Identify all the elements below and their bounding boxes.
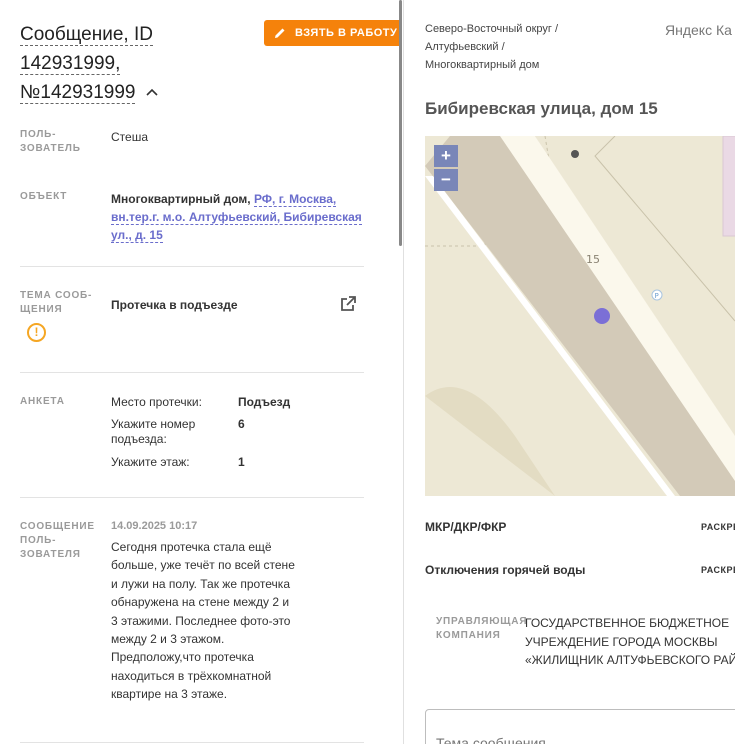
user-message-label: СООБЩЕНИЕ ПОЛЬ- ЗОВАТЕЛЯ (20, 520, 95, 562)
map-canvas: P 15 (425, 136, 735, 496)
hot-water-label: Отключения горячей воды (425, 563, 586, 577)
topic-label: ТЕМА СООБ- ЩЕНИЯ (20, 289, 92, 317)
breadcrumb-district[interactable]: Северо-Восточный округ / (425, 20, 558, 38)
external-link-icon[interactable] (339, 295, 357, 313)
answer-leak-place: Подъезд (238, 395, 291, 409)
object-type: Многоквартирный дом, (111, 192, 251, 206)
question-entrance-line1: Укажите номер (111, 417, 196, 431)
topic-value: Протечка в подъезде (111, 298, 238, 312)
management-company-value: ГОСУДАРСТВЕННОЕ БЮДЖЕТНОЕ УЧРЕЖДЕНИЕ ГОР… (525, 614, 735, 670)
object-address-link-1[interactable]: РФ, г. Москва, (253, 192, 337, 207)
question-entrance-number: Укажите номер подъезда: (111, 417, 221, 447)
user-value: Стеша (111, 130, 149, 144)
panel-divider (403, 0, 404, 744)
zoom-in-button[interactable]: + (434, 145, 458, 167)
divider (20, 497, 364, 498)
user-message-label-line1: СООБЩЕНИЕ (20, 521, 95, 532)
user-label: ПОЛЬ- ЗОВАТЕЛЬ (20, 128, 81, 156)
divider (20, 742, 364, 743)
yandex-maps-link[interactable]: Яндекс Ка (665, 22, 732, 38)
management-company-line2: УЧРЕЖДЕНИЕ ГОРОДА МОСКВЫ (525, 634, 718, 649)
zoom-out-button[interactable]: − (434, 169, 458, 191)
divider (20, 372, 364, 373)
breadcrumb-area[interactable]: Алтуфьевский / (425, 38, 558, 56)
user-message-label-line3: ЗОВАТЕЛЯ (20, 549, 81, 560)
mkr-expand-link[interactable]: РАСКРЕ (701, 522, 735, 532)
management-company-label: УПРАВЛЯЮЩАЯ КОМПАНИЯ (436, 615, 527, 643)
message-title-line2: 142931999, (20, 53, 121, 75)
take-to-work-label: ВЗЯТЬ В РАБОТУ (295, 27, 398, 39)
pencil-icon (275, 28, 285, 38)
message-title-line3: №142931999 (20, 82, 136, 104)
warning-icon: ! (27, 323, 46, 342)
left-panel-scrollbar[interactable] (399, 0, 402, 246)
message-details-panel: Сообщение, ID 142931999, №142931999 ВЗЯТ… (0, 0, 400, 744)
user-label-line2: ЗОВАТЕЛЬ (20, 143, 81, 154)
address-title: Бибиревская улица, дом 15 (425, 99, 658, 118)
object-value: Многоквартирный дом, РФ, г. Москва, вн.т… (111, 190, 371, 244)
answer-floor: 1 (238, 455, 245, 469)
house-number-label: 15 (586, 253, 600, 266)
message-subject-input[interactable] (425, 709, 735, 744)
message-text: Сегодня протечка стала ещё больше, уже т… (111, 540, 295, 702)
take-to-work-button[interactable]: ВЗЯТЬ В РАБОТУ (264, 20, 400, 46)
mkr-label: МКР/ДКР/ФКР (425, 520, 507, 534)
management-company-label-line2: КОМПАНИЯ (436, 630, 501, 641)
topic-label-line1: ТЕМА СООБ- (20, 290, 93, 301)
question-entrance-line2: подъезда: (111, 432, 167, 446)
parking-icon: P (655, 292, 659, 300)
question-floor: Укажите этаж: (111, 455, 190, 469)
questionnaire-label: АНКЕТА (20, 396, 65, 407)
user-label-line1: ПОЛЬ- (20, 129, 57, 140)
breadcrumb: Северо-Восточный округ / Алтуфьевский / … (425, 20, 558, 74)
divider (20, 266, 364, 267)
hot-water-expand-link[interactable]: РАСКРЕ (701, 565, 735, 575)
map[interactable]: P 15 + − (425, 136, 735, 496)
object-label: ОБЪЕКТ (20, 191, 68, 202)
answer-entrance-number: 6 (238, 417, 245, 431)
object-address-link-3[interactable]: ул., д. 15 (111, 228, 163, 243)
message-title[interactable]: Сообщение, ID 142931999, №142931999 (20, 20, 260, 107)
chevron-up-icon[interactable] (145, 86, 159, 100)
management-company-line1: ГОСУДАРСТВЕННОЕ БЮДЖЕТНОЕ (525, 616, 730, 630)
user-message-label-line2: ПОЛЬ- (20, 535, 57, 546)
object-address-link-2[interactable]: вн.тер.г. м.о. Алтуфьевский, Бибиревская (111, 210, 362, 225)
topic-label-line2: ЩЕНИЯ (20, 304, 63, 315)
question-leak-place: Место протечки: (111, 395, 202, 409)
breadcrumb-type[interactable]: Многоквартирный дом (425, 56, 558, 74)
message-title-line1: Сообщение, ID (20, 24, 153, 46)
map-marker[interactable] (594, 308, 610, 324)
message-date: 14.09.2025 10:17 (111, 520, 198, 532)
management-company-line3: «ЖИЛИЩНИК АЛТУФЬЕВСКОГО РАЙ (525, 653, 735, 667)
management-company-label-line1: УПРАВЛЯЮЩАЯ (436, 616, 528, 627)
